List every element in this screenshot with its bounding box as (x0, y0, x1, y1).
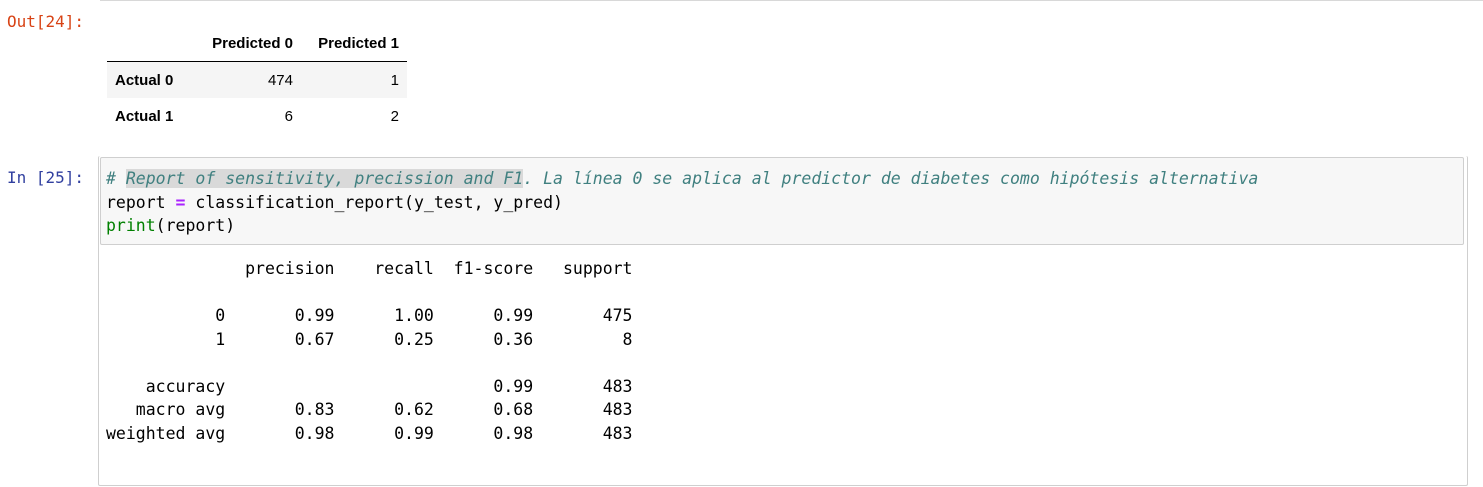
comment-rest: . La línea 0 se aplica al predictor de d… (523, 169, 1259, 188)
table-header-row: Predicted 0 Predicted 1 (107, 26, 407, 62)
output-line: weighted avg 0.98 0.99 0.98 483 (106, 423, 633, 443)
selected-text: Report of sensitivity, precission and F1 (125, 169, 524, 188)
code-text[interactable]: # Report of sensitivity, precission and … (106, 167, 1258, 238)
cell-output: precision recall f1-score support 0 0.99… (106, 257, 633, 445)
table-cell: 2 (390, 107, 399, 125)
output-line: 1 0.67 0.25 0.36 8 (106, 329, 633, 349)
input-prompt: In [25]: (7, 168, 85, 187)
code-args: (report) (155, 216, 236, 235)
code-operator: = (175, 192, 186, 212)
code-builtin: print (106, 216, 156, 235)
table-cell: 474 (267, 71, 293, 89)
table-row: Actual 1 6 2 (107, 98, 407, 134)
output-line: accuracy 0.99 483 (106, 376, 633, 396)
column-header: Predicted 1 (301, 26, 407, 62)
row-label: Actual 0 (115, 71, 174, 89)
code-comment: # Report of sensitivity, precission and … (106, 169, 1258, 188)
index-header (107, 26, 199, 62)
comment-hash: # (106, 169, 126, 188)
code-variable: report (106, 192, 176, 212)
output-line: 0 0.99 1.00 0.99 475 (106, 306, 633, 325)
code-line-3: print(report) (106, 216, 235, 235)
row-label: Actual 1 (115, 107, 174, 125)
output-line: macro avg 0.83 0.62 0.68 483 (106, 400, 633, 419)
code-line-2: report = classification_report(y_test, y… (106, 193, 563, 212)
table-cell: 1 (390, 71, 399, 89)
output-line: precision recall f1-score support (106, 259, 633, 278)
cell-separator (100, 0, 1483, 1)
table-cell: 6 (284, 107, 293, 125)
confusion-matrix-table: Predicted 0 Predicted 1 Actual 0 474 1 A… (107, 26, 407, 134)
column-header: Predicted 0 (199, 26, 301, 62)
table-row: Actual 0 474 1 (107, 61, 407, 98)
code-call: classification_report(y_test, y_pred) (185, 192, 563, 212)
output-prompt: Out[24]: (7, 12, 85, 31)
